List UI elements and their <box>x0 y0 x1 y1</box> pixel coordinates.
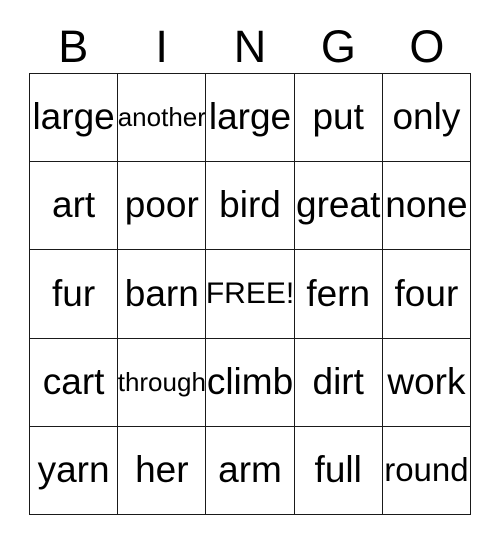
bingo-cell-o1[interactable]: only <box>382 74 472 163</box>
bingo-cell-b1[interactable]: large <box>30 74 119 163</box>
bingo-header-letter-b: B <box>58 20 89 72</box>
bingo-cell-i2[interactable]: poor <box>118 162 207 251</box>
bingo-cell-label: poor <box>124 184 199 226</box>
bingo-cell-b3[interactable]: fur <box>30 250 119 339</box>
bingo-cell-n5[interactable]: arm <box>206 426 295 516</box>
bingo-cell-label: cart <box>42 360 105 402</box>
bingo-cell-label: barn <box>124 272 199 314</box>
bingo-cell-label: none <box>385 184 468 226</box>
bingo-cell-g2[interactable]: great <box>294 162 383 251</box>
bingo-row: cart through climb dirt work <box>30 338 472 427</box>
bingo-header-row: B I N G O <box>29 19 471 73</box>
bingo-cell-i1[interactable]: another <box>118 74 207 163</box>
bingo-cell-label: climb <box>206 360 294 402</box>
bingo-cell-g4[interactable]: dirt <box>294 338 383 427</box>
bingo-cell-label: four <box>394 272 459 314</box>
bingo-cell-label: bird <box>219 184 281 226</box>
bingo-cell-label: put <box>312 96 364 138</box>
bingo-cell-i3[interactable]: barn <box>118 250 207 339</box>
bingo-row: yarn her arm full round <box>30 426 472 516</box>
bingo-cell-b2[interactable]: art <box>30 162 119 251</box>
bingo-cell-label: work <box>387 360 466 402</box>
bingo-grid: large another large put only art poor bi… <box>29 73 472 516</box>
bingo-cell-g1[interactable]: put <box>294 74 383 163</box>
bingo-cell-b4[interactable]: cart <box>30 338 119 427</box>
bingo-cell-label: large <box>32 96 115 138</box>
bingo-cell-o4[interactable]: work <box>382 338 472 427</box>
bingo-row: large another large put only <box>30 74 472 163</box>
bingo-cell-n1[interactable]: large <box>206 74 295 163</box>
bingo-cell-n2[interactable]: bird <box>206 162 295 251</box>
bingo-cell-label: fern <box>306 272 371 314</box>
bingo-cell-o3[interactable]: four <box>382 250 472 339</box>
bingo-cell-label: round <box>384 451 469 489</box>
bingo-cell-g3[interactable]: fern <box>294 250 383 339</box>
bingo-free-space-label: FREE! <box>206 277 295 311</box>
bingo-header-letter-g: G <box>320 20 356 72</box>
bingo-cell-i5[interactable]: her <box>118 426 207 516</box>
bingo-cell-o5[interactable]: round <box>382 426 472 516</box>
bingo-cell-label: dirt <box>312 360 364 402</box>
bingo-cell-n4[interactable]: climb <box>206 338 295 427</box>
bingo-cell-label: full <box>314 448 362 490</box>
bingo-cell-label: arm <box>218 448 282 490</box>
bingo-card: B I N G O large another large put only a… <box>0 0 500 544</box>
bingo-cell-i4[interactable]: through <box>118 338 207 427</box>
bingo-cell-label: yarn <box>37 448 110 490</box>
bingo-row: fur barn FREE! fern four <box>30 250 472 339</box>
bingo-cell-label: another <box>118 101 206 132</box>
bingo-cell-label: great <box>296 184 381 226</box>
bingo-cell-label: fur <box>52 272 96 314</box>
bingo-cell-b5[interactable]: yarn <box>30 426 119 516</box>
bingo-cell-o2[interactable]: none <box>382 162 472 251</box>
bingo-cell-label: through <box>118 366 206 397</box>
bingo-cell-label: her <box>135 448 189 490</box>
bingo-row: art poor bird great none <box>30 162 472 251</box>
bingo-cell-g5[interactable]: full <box>294 426 383 516</box>
bingo-header-letter-o: O <box>409 20 445 72</box>
bingo-cell-label: art <box>52 184 96 226</box>
bingo-cell-label: large <box>208 96 292 138</box>
bingo-header-letter-n: N <box>233 20 267 72</box>
bingo-header-letter-i: I <box>155 20 168 72</box>
bingo-cell-free-space[interactable]: FREE! <box>206 250 295 339</box>
bingo-cell-label: only <box>392 96 461 138</box>
